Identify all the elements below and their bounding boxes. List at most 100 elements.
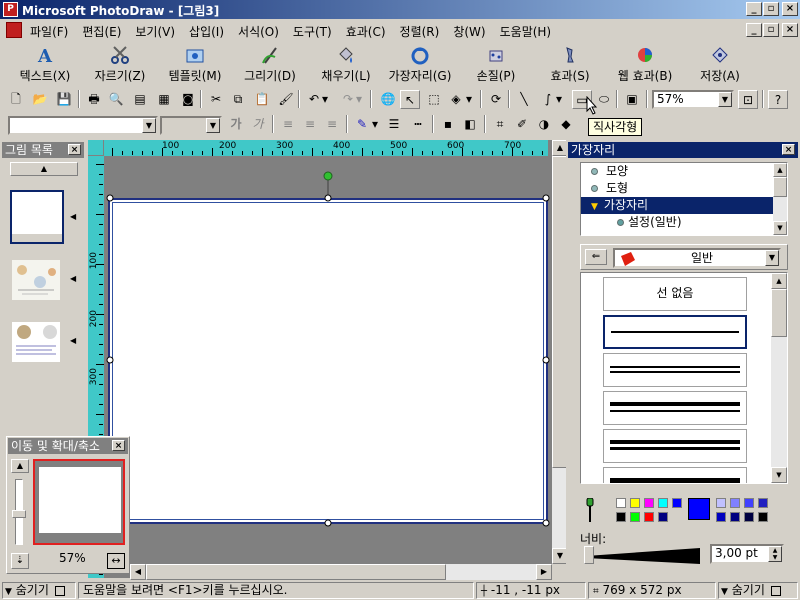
color-swatch[interactable]	[672, 498, 682, 508]
line-style-double[interactable]	[603, 353, 747, 387]
spin-icon[interactable]: ▲ ▼	[768, 546, 782, 562]
selected-color-swatch[interactable]	[688, 498, 710, 520]
thumbnail-3[interactable]	[12, 322, 60, 362]
edge-button[interactable]: 가장자리(G)	[384, 43, 456, 85]
color-swatch[interactable]	[630, 498, 640, 508]
crop-button[interactable]: 자르기(Z)	[90, 43, 150, 85]
copy-icon[interactable]: ⧉	[228, 90, 248, 109]
close-icon[interactable]: ×	[782, 144, 795, 155]
scroll-up-arrow-icon[interactable]: ▲	[771, 273, 787, 289]
style-list-scrollbar[interactable]: ▲ ▼	[771, 273, 787, 483]
color-swatch[interactable]	[658, 498, 668, 508]
scroll-left-arrow-icon[interactable]: ◀	[130, 564, 146, 580]
color-swatch[interactable]	[716, 498, 726, 508]
thumbnail-2[interactable]	[12, 260, 60, 300]
draw-button[interactable]: 그리기(D)	[240, 43, 300, 85]
zoom-in-icon[interactable]: ▲	[11, 459, 29, 473]
chevron-down-icon[interactable]: ▼	[765, 250, 779, 266]
chevron-down-icon[interactable]: ▼	[718, 92, 732, 107]
line-style-thick-thin[interactable]	[603, 391, 747, 425]
fit-width-icon[interactable]: ↔	[107, 553, 125, 569]
pen-dropdown-icon[interactable]: ▾	[370, 115, 380, 134]
pen-color-icon[interactable]: ✎	[352, 115, 372, 134]
menu-item[interactable]: 편집(E)	[82, 23, 121, 40]
align-right-icon[interactable]: ≡	[322, 115, 342, 134]
template-button[interactable]: 템플릿(M)	[164, 43, 226, 85]
thumbnail-current[interactable]	[10, 190, 64, 244]
curve-dropdown-icon[interactable]: ▾	[554, 90, 564, 109]
color-swatch[interactable]	[758, 498, 768, 508]
view-icon[interactable]: ▣	[622, 90, 642, 109]
scroll-up-arrow-icon[interactable]: ▲	[773, 163, 787, 177]
category-combo[interactable]: 일반 ▼	[613, 248, 781, 268]
doc-minimize-button[interactable]: _	[746, 23, 762, 37]
bold-button[interactable]: 가	[226, 115, 246, 134]
fill-dropdown-icon[interactable]: ▾	[464, 90, 474, 109]
horizontal-scrollbar[interactable]: ◀ ▶	[130, 564, 552, 580]
doc-close-button[interactable]: ×	[782, 23, 798, 37]
zoom-out-icon[interactable]: ⇣	[11, 553, 29, 569]
print-icon[interactable]: 🖶	[84, 90, 104, 109]
undo-dropdown-icon[interactable]: ▾	[320, 90, 330, 109]
color-swatch[interactable]	[758, 512, 768, 522]
color-swatch[interactable]	[616, 498, 626, 508]
thumbnail-arrow-icon[interactable]: ◀	[70, 336, 76, 345]
zoom-fit-icon[interactable]: ⊡	[738, 90, 758, 109]
color-swatch[interactable]	[644, 498, 654, 508]
effects-button[interactable]: 효과(S)	[540, 43, 600, 85]
color-effect-icon[interactable]: ◆	[556, 115, 576, 134]
format-painter-icon[interactable]: 🖌	[276, 90, 296, 109]
pointer-icon[interactable]: ↖	[400, 90, 420, 109]
maximize-button[interactable]: ▫	[763, 2, 779, 16]
line-style-list[interactable]: 선 없음 ▲ ▼	[580, 272, 788, 484]
chevron-down-icon[interactable]: ▼	[206, 118, 220, 133]
menu-item[interactable]: 보기(V)	[135, 23, 175, 40]
globe-icon[interactable]: 🌐	[378, 90, 398, 109]
eyedropper-icon[interactable]: ✐	[512, 115, 532, 134]
color-swatch[interactable]	[616, 512, 626, 522]
select-region-icon[interactable]: ⬚	[424, 90, 444, 109]
menu-item[interactable]: 효과(C)	[346, 23, 386, 40]
menu-item[interactable]: 파일(F)	[30, 23, 68, 40]
menu-item[interactable]: 정렬(R)	[400, 23, 440, 40]
back-icon[interactable]: ⇐	[585, 249, 607, 265]
scan-icon[interactable]: ▤	[130, 90, 150, 109]
line-icon[interactable]: ╲	[514, 90, 534, 109]
help-icon[interactable]: ?	[768, 90, 788, 109]
eyedropper-color-icon[interactable]	[584, 498, 596, 524]
tree-item[interactable]: 도형	[581, 180, 773, 197]
menu-item[interactable]: 삽입(I)	[189, 23, 224, 40]
color-swatch[interactable]	[744, 512, 754, 522]
camera-icon[interactable]: ◙	[178, 90, 198, 109]
scroll-up-button[interactable]: ▲	[10, 162, 78, 176]
hide-left-button[interactable]: ▼ 숨기기	[2, 582, 76, 599]
align-left-icon[interactable]: ≡	[278, 115, 298, 134]
menu-item[interactable]: 도움말(H)	[500, 23, 552, 40]
contrast-icon[interactable]: ◑	[534, 115, 554, 134]
save-disk-icon[interactable]: 💾	[54, 90, 74, 109]
color-swatch[interactable]	[730, 498, 740, 508]
line-style-heavy[interactable]	[603, 467, 747, 483]
pan-preview[interactable]	[33, 459, 125, 545]
thumbnail-arrow-icon[interactable]: ◀	[70, 212, 76, 221]
color-swatch[interactable]	[716, 512, 726, 522]
zoom-combo[interactable]: 57% ▼	[652, 90, 734, 109]
width-input[interactable]: 3,00 pt ▲ ▼	[710, 544, 784, 564]
dash-style-icon[interactable]: ┅	[408, 115, 428, 134]
zoom-slider[interactable]	[12, 479, 26, 545]
menu-item[interactable]: 서식(O)	[238, 23, 279, 40]
tree-item[interactable]: 설정(일반)	[581, 214, 773, 231]
close-button[interactable]: ×	[782, 2, 798, 16]
fill-button[interactable]: 채우기(L)	[316, 43, 376, 85]
width-slider[interactable]	[582, 544, 702, 566]
color-swatch[interactable]	[644, 512, 654, 522]
size-combo[interactable]: ▼	[160, 116, 222, 135]
text-button[interactable]: A 텍스트(X)	[16, 43, 74, 85]
color-swatch[interactable]	[744, 498, 754, 508]
tree-item[interactable]: 모양	[581, 163, 773, 180]
line-style-none[interactable]: 선 없음	[603, 277, 747, 311]
close-icon[interactable]: ×	[68, 144, 81, 155]
chevron-down-icon[interactable]: ▼	[142, 118, 156, 133]
menu-item[interactable]: 창(W)	[453, 23, 485, 40]
paste-icon[interactable]: 📋	[252, 90, 272, 109]
